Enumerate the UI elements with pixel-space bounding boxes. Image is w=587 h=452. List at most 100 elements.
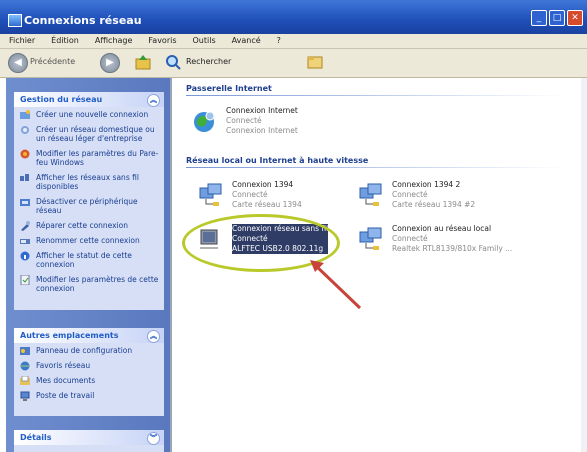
disable-device-icon — [20, 199, 30, 206]
task-label: Créer une nouvelle connexion — [36, 110, 149, 119]
annotation-arrow — [310, 260, 362, 310]
task-settings[interactable]: Modifier les paramètres de cette connexi… — [14, 272, 164, 296]
folders-button[interactable] — [306, 53, 326, 71]
connection-1394[interactable]: Connexion 1394 Connecté Carte réseau 139… — [198, 180, 368, 220]
back-label: Précédente — [30, 57, 76, 66]
connection-local-area[interactable]: Connexion au réseau local Connecté Realt… — [358, 224, 528, 264]
task-label: Modifier les paramètres de cette connexi… — [36, 275, 159, 293]
forward-button[interactable]: ▶ — [100, 53, 120, 73]
task-pane: Gestion du réseau ︽ Créer une nouvelle c… — [6, 78, 170, 452]
place-label: Poste de travail — [36, 391, 95, 400]
back-arrow-icon: ◀ — [8, 53, 28, 73]
task-wireless[interactable]: Afficher les réseaux sans fil disponible… — [14, 170, 164, 194]
task-label: Créer un réseau domestique ou un réseau … — [36, 125, 155, 143]
network-adapter-icon — [359, 227, 382, 250]
menu-file[interactable]: Fichier — [0, 34, 42, 45]
task-disable-device[interactable]: Désactiver ce périphérique réseau — [14, 194, 164, 218]
firewall-icon — [20, 149, 30, 159]
gateway-group-title: Passerelle Internet — [186, 84, 272, 93]
close-button[interactable]: ✕ — [567, 10, 583, 26]
network-tasks-title: Gestion du réseau — [20, 95, 103, 104]
up-folder-button[interactable] — [134, 53, 154, 71]
network-adapter-icon — [359, 183, 382, 206]
connection-device: Carte réseau 1394 — [232, 200, 302, 209]
minimize-button[interactable]: _ — [531, 10, 547, 26]
network-adapter-icon — [199, 183, 222, 206]
details-title: Détails — [20, 433, 52, 442]
title-bar[interactable]: Connexions réseau _ □ ✕ — [0, 0, 587, 34]
place-my-documents[interactable]: Mes documents — [14, 373, 164, 388]
search-label: Rechercher — [186, 57, 232, 66]
task-repair[interactable]: Réparer cette connexion — [14, 218, 164, 233]
task-new-connection[interactable]: Créer une nouvelle connexion — [14, 107, 164, 122]
menu-help[interactable]: ? — [268, 34, 288, 45]
repair-icon — [21, 221, 30, 231]
maximize-button[interactable]: □ — [549, 10, 565, 26]
connection-status: Connecté — [392, 234, 428, 243]
place-label: Mes documents — [36, 376, 96, 385]
network-connections-window: Connexions réseau _ □ ✕ Fichier Édition Affi… — [0, 0, 587, 452]
connection-internet[interactable]: Connexion Internet Connecté Connexion In… — [192, 106, 362, 146]
place-network-places[interactable]: Favoris réseau — [14, 358, 164, 373]
place-control-panel[interactable]: Panneau de configuration — [14, 343, 164, 358]
task-home-network[interactable]: Créer un réseau domestique ou un réseau … — [14, 122, 164, 146]
toolbar: ◀ Précédente ▶ Rechercher — [0, 49, 587, 78]
settings-icon — [20, 275, 30, 285]
task-label: Afficher les réseaux sans fil disponible… — [36, 173, 139, 191]
internet-gateway-icon — [194, 111, 215, 132]
task-label: Réparer cette connexion — [36, 221, 129, 230]
group-divider — [186, 167, 566, 168]
network-folder-icon — [8, 14, 22, 27]
content-scrollbar[interactable] — [581, 78, 587, 452]
connection-name: Connexion 1394 2 — [392, 180, 461, 189]
connection-name: Connexion au réseau local — [392, 224, 492, 233]
place-label: Panneau de configuration — [36, 346, 133, 355]
network-tasks-panel: Gestion du réseau ︽ Créer une nouvelle c… — [14, 92, 164, 310]
back-button[interactable]: ◀ Précédente — [8, 53, 98, 73]
task-label: Renommer cette connexion — [36, 236, 140, 245]
task-status[interactable]: Afficher le statut de cette connexion — [14, 248, 164, 272]
details-panel: Détails ︾ — [14, 430, 164, 452]
connection-device: Realtek RTL8139/810x Family ... — [392, 244, 513, 253]
rename-icon — [20, 239, 30, 244]
connection-1394-2[interactable]: Connexion 1394 2 Connecté Carte réseau 1… — [358, 180, 528, 220]
connection-name: Connexion Internet — [226, 106, 298, 115]
place-my-computer[interactable]: Poste de travail — [14, 388, 164, 403]
search-button[interactable]: Rechercher — [164, 53, 244, 71]
menu-bar: Fichier Édition Affichage Favoris Outils Avan… — [0, 34, 587, 49]
forward-arrow-icon: ▶ — [100, 53, 120, 73]
up-folder-icon — [135, 55, 151, 70]
connection-device: Carte réseau 1394 #2 — [392, 200, 476, 209]
lan-group-title: Réseau local ou Internet à haute vitesse — [186, 156, 369, 165]
task-label: Modifier les paramètres du Pare-feu Wind… — [36, 149, 159, 167]
other-places-header[interactable]: Autres emplacements ︽ — [14, 328, 164, 343]
task-label: Afficher le statut de cette connexion — [36, 251, 132, 269]
network-places-icon — [20, 361, 30, 371]
my-documents-icon — [20, 376, 30, 385]
task-label: Désactiver ce périphérique réseau — [36, 197, 138, 215]
folder-view-icon — [307, 56, 323, 69]
details-header[interactable]: Détails ︾ — [14, 430, 164, 445]
expand-chevron-icon[interactable]: ︾ — [147, 432, 160, 445]
task-rename[interactable]: Renommer cette connexion — [14, 233, 164, 248]
task-firewall[interactable]: Modifier les paramètres du Pare-feu Wind… — [14, 146, 164, 170]
menu-tools[interactable]: Outils — [184, 34, 223, 45]
place-label: Favoris réseau — [36, 361, 91, 370]
other-places-title: Autres emplacements — [20, 331, 119, 340]
menu-edit[interactable]: Édition — [42, 34, 86, 45]
menu-view[interactable]: Affichage — [86, 34, 140, 45]
search-icon — [166, 55, 181, 70]
wireless-icon — [20, 174, 29, 181]
collapse-chevron-icon[interactable]: ︽ — [147, 94, 160, 107]
my-computer-icon — [20, 391, 30, 401]
menu-advanced[interactable]: Avancé — [223, 34, 268, 45]
new-connection-icon — [20, 110, 30, 119]
network-tasks-header[interactable]: Gestion du réseau ︽ — [14, 92, 164, 107]
status-icon — [20, 251, 30, 261]
control-panel-icon — [20, 347, 30, 355]
connection-status: Connecté — [226, 116, 262, 125]
menu-favorites[interactable]: Favoris — [139, 34, 183, 45]
collapse-chevron-icon[interactable]: ︽ — [147, 330, 160, 343]
other-places-panel: Autres emplacements ︽ Panneau de configu… — [14, 328, 164, 416]
connection-name: Connexion 1394 — [232, 180, 294, 189]
